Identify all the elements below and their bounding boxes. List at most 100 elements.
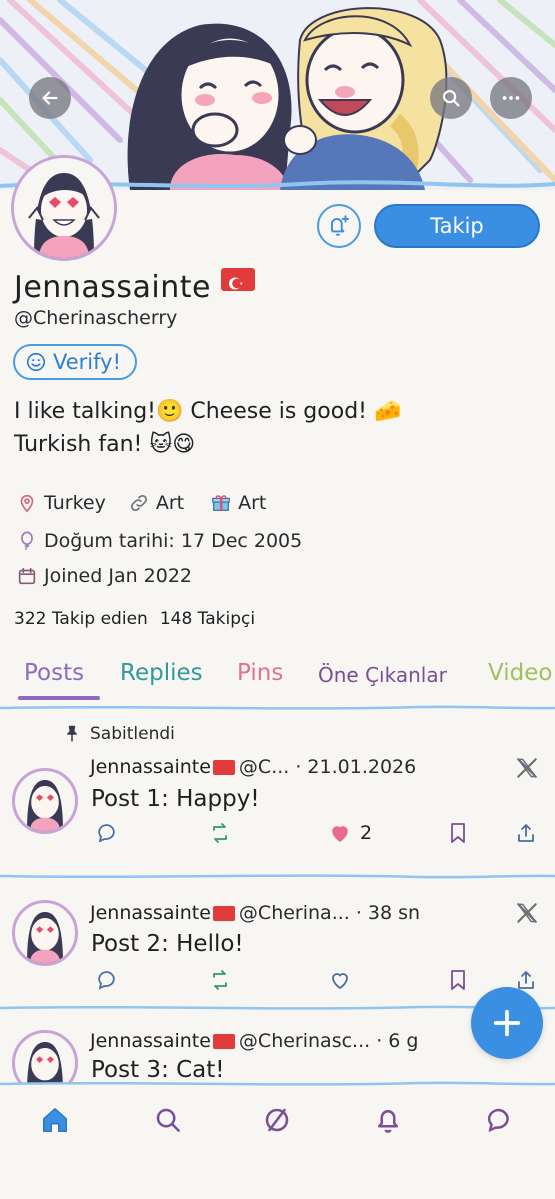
- comment-icon: [98, 971, 115, 990]
- post-divider: [0, 874, 555, 879]
- tabs-divider: [0, 705, 555, 710]
- tab-replies[interactable]: Replies: [120, 660, 203, 686]
- profile-handle: @Cherinascherry: [14, 307, 178, 329]
- bookmark-icon: [451, 970, 465, 990]
- follow-stats: 322 Takip edien 148 Takipçi: [14, 609, 255, 629]
- x-logo-icon: [516, 903, 538, 923]
- turkey-flag-icon: [220, 268, 255, 291]
- search-button[interactable]: [430, 77, 472, 119]
- bookmark-button[interactable]: [446, 821, 470, 845]
- like-count: 2: [360, 822, 373, 844]
- profile-birthday-row: Doğum tarihi: 17 Dec 2005: [16, 530, 302, 552]
- verify-label: Verify!: [53, 350, 121, 374]
- post-avatar[interactable]: [12, 1030, 78, 1084]
- profile-tabs: Posts Replies Pins Öne Çıkanlar Video: [0, 660, 555, 704]
- pinned-indicator: Sabitlendi: [62, 724, 175, 744]
- nav-messages[interactable]: [479, 1100, 519, 1140]
- search-icon: [443, 90, 460, 107]
- avatar-illustration: [14, 158, 114, 258]
- profile-meta-row: Turkey Art Art: [16, 492, 266, 514]
- post-text: Post 2: Hello!: [91, 931, 244, 957]
- bottom-navigation: [0, 1081, 555, 1199]
- post-actions: [90, 968, 540, 998]
- post-handle-time: @Cherinasc... · 6 g: [238, 1030, 419, 1052]
- back-button[interactable]: [29, 77, 71, 119]
- post-header: Jennassainte @Cherina... · 38 sn: [90, 902, 420, 924]
- turkey-flag-icon: [212, 1033, 235, 1049]
- heart-outline-icon: [332, 973, 348, 990]
- turkey-flag-icon: [212, 759, 235, 775]
- birthday-text: Doğum tarihi: 17 Dec 2005: [44, 530, 303, 552]
- home-icon: [43, 1108, 67, 1132]
- post-header: Jennassainte @C... · 21.01.2026: [90, 756, 416, 778]
- website-link[interactable]: Art: [156, 492, 184, 514]
- smiley-icon: [26, 352, 46, 372]
- notification-bell-button[interactable]: [317, 204, 361, 248]
- nav-divider: [0, 1081, 555, 1086]
- nav-notifications[interactable]: [368, 1100, 408, 1140]
- location-text: Turkey: [44, 492, 106, 514]
- turkey-flag-icon: [212, 905, 235, 921]
- bio-line-1: I like talking!🙂 Cheese is good! 🧀: [14, 399, 402, 424]
- profile-joined-row: Joined Jan 2022: [16, 565, 192, 587]
- avatar-illustration: [27, 1042, 63, 1084]
- bell-icon: [378, 1110, 398, 1133]
- post-item[interactable]: Jennassainte @Cherina... · 38 sn Post 2: …: [0, 880, 555, 1000]
- tab-video[interactable]: Video: [488, 660, 552, 686]
- post-avatar[interactable]: [12, 900, 78, 966]
- compose-button[interactable]: [471, 987, 543, 1059]
- bookmark-icon: [451, 823, 465, 843]
- active-tab-indicator: [18, 696, 100, 700]
- comment-icon: [98, 824, 115, 843]
- display-name-text: Jennassainte: [14, 270, 211, 305]
- repost-button[interactable]: [208, 968, 232, 992]
- avatar-illustration: [27, 780, 63, 831]
- bell-plus-icon: [330, 215, 350, 236]
- post-header: Jennassainte @Cherinasc... · 6 g: [90, 1030, 418, 1052]
- like-button[interactable]: [328, 968, 360, 992]
- post-author-name[interactable]: Jennassainte: [90, 902, 211, 924]
- bookmark-button[interactable]: [446, 968, 470, 992]
- like-button[interactable]: 2: [328, 821, 372, 845]
- balloon-icon: [21, 531, 33, 551]
- share-icon: [518, 824, 534, 842]
- post-handle-time: @C... · 21.01.2026: [238, 756, 417, 778]
- tab-pins[interactable]: Pins: [237, 660, 283, 686]
- post-author-name[interactable]: Jennassainte: [90, 756, 211, 778]
- pinned-label-text: Sabitlendi: [90, 724, 175, 744]
- more-horizontal-icon: [502, 96, 520, 100]
- nav-search[interactable]: [148, 1100, 188, 1140]
- slashed-circle-icon: [265, 1108, 289, 1132]
- arrow-left-icon: [42, 91, 58, 105]
- post-divider: [0, 1005, 555, 1010]
- gift-icon: [212, 495, 230, 511]
- profile-avatar[interactable]: [11, 155, 117, 261]
- link-icon: [130, 494, 147, 512]
- profile-display-name: Jennassainte: [14, 268, 255, 305]
- joined-text: Joined Jan 2022: [44, 565, 193, 587]
- calendar-icon: [18, 567, 36, 585]
- repost-button[interactable]: [208, 821, 232, 845]
- bio-line-2: Turkish fan! 🐱😋: [14, 432, 196, 457]
- location-pin-icon: [20, 494, 34, 513]
- nav-home[interactable]: [35, 1100, 75, 1140]
- repost-icon: [213, 970, 227, 990]
- post-avatar[interactable]: [12, 768, 78, 834]
- post-text: Post 1: Happy!: [91, 786, 260, 812]
- verify-button[interactable]: Verify!: [13, 344, 137, 380]
- followers-count[interactable]: 148 Takipçi: [160, 609, 255, 629]
- post-item[interactable]: Jennassainte @C... · 21.01.2026 Post 1: H…: [0, 750, 555, 870]
- avatar-illustration: [27, 912, 63, 963]
- share-button[interactable]: [514, 821, 538, 845]
- post-author-name[interactable]: Jennassainte: [90, 1030, 211, 1052]
- following-count[interactable]: 322 Takip edien: [14, 609, 148, 629]
- chat-bubble-icon: [487, 1108, 509, 1133]
- follow-button[interactable]: Takip: [374, 204, 540, 248]
- tab-highlights[interactable]: Öne Çıkanlar: [318, 663, 447, 687]
- reply-button[interactable]: [95, 968, 119, 992]
- more-button[interactable]: [490, 77, 532, 119]
- post-actions: 2: [90, 821, 540, 851]
- nav-grok[interactable]: [257, 1100, 297, 1140]
- reply-button[interactable]: [95, 821, 119, 845]
- tab-posts[interactable]: Posts: [24, 660, 84, 686]
